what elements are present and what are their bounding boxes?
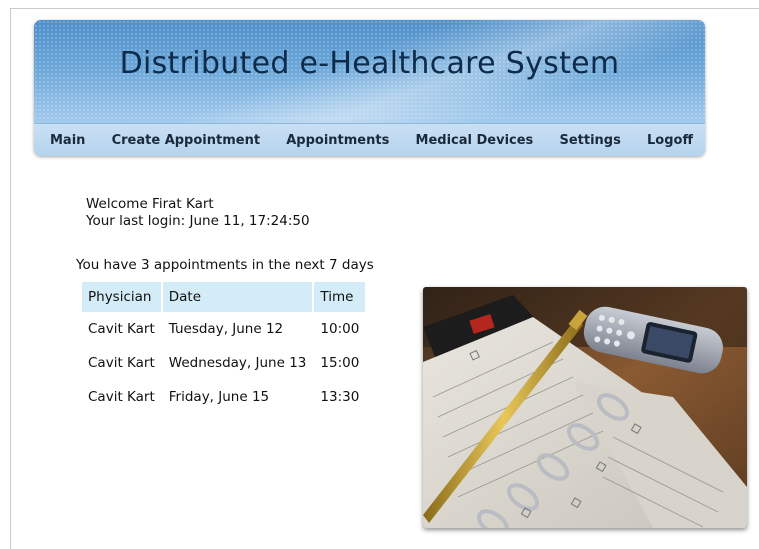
cell-physician: Cavit Kart (88, 355, 155, 371)
nav-item-appointments[interactable]: Appointments (286, 133, 389, 148)
welcome-greeting: Welcome Firat Kart (86, 196, 214, 212)
table-row: Cavit Kart Friday, June 15 13:30 (82, 380, 365, 414)
cell-time: 13:30 (320, 389, 360, 405)
nav-item-medical-devices[interactable]: Medical Devices (416, 133, 534, 148)
main-nav: Main Create Appointment Appointments Med… (34, 123, 705, 156)
nav-item-logoff[interactable]: Logoff (647, 133, 693, 148)
nav-item-create-appointment[interactable]: Create Appointment (112, 133, 260, 148)
table-row: Cavit Kart Wednesday, June 13 15:00 (82, 346, 365, 380)
cell-date: Friday, June 15 (168, 389, 270, 405)
planner-phone-photo (423, 287, 747, 528)
photo-illustration (423, 287, 747, 528)
column-header-time: Time (314, 282, 366, 312)
column-header-date: Date (162, 282, 313, 312)
site-title: Distributed e-Healthcare System (119, 46, 620, 81)
appointments-table: Physician Date Time Cavit Kart Tuesday, … (80, 282, 367, 414)
nav-item-main[interactable]: Main (50, 133, 85, 148)
nav-item-settings[interactable]: Settings (559, 133, 620, 148)
cell-date: Wednesday, June 13 (168, 355, 307, 371)
cell-physician: Cavit Kart (88, 389, 155, 405)
cell-time: 10:00 (320, 321, 360, 337)
appointments-summary: You have 3 appointments in the next 7 da… (76, 257, 374, 273)
welcome-block: Welcome Firat Kart Your last login: June… (86, 196, 310, 230)
table-row: Cavit Kart Tuesday, June 12 10:00 (82, 312, 365, 346)
header-banner: Distributed e-Healthcare System Main Cre… (34, 20, 705, 156)
column-header-physician: Physician (82, 282, 161, 312)
cell-physician: Cavit Kart (88, 321, 155, 337)
cell-time: 15:00 (320, 355, 360, 371)
table-header-row: Physician Date Time (82, 282, 366, 312)
last-login-text: Your last login: June 11, 17:24:50 (86, 213, 310, 229)
cell-date: Tuesday, June 12 (168, 321, 284, 337)
